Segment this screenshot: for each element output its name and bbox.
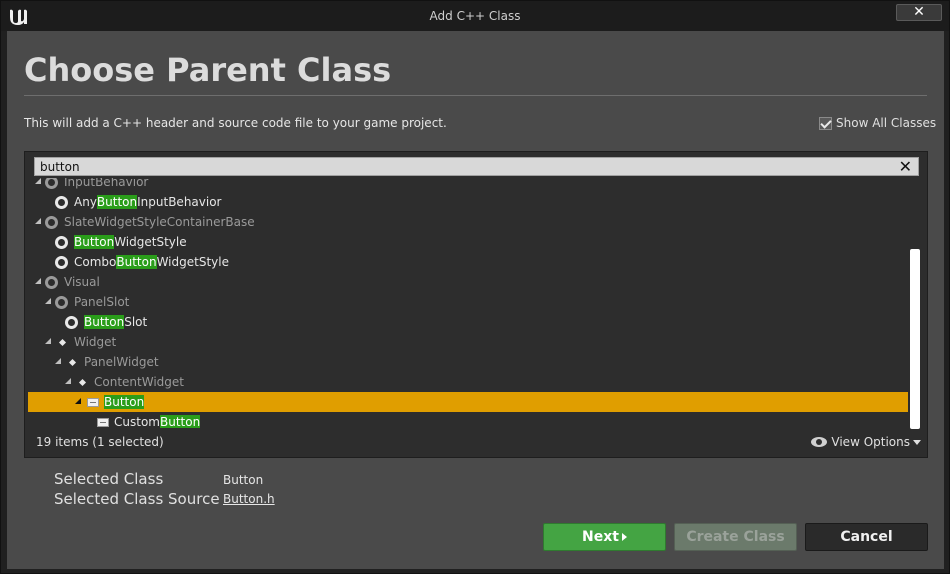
class-tree[interactable]: InputBehavior AnyButtonInputBehavior Sla… [28, 178, 908, 428]
clear-search-icon[interactable]: ✕ [899, 159, 912, 175]
next-button-label: Next [582, 529, 619, 545]
show-all-classes-toggle[interactable]: Show All Classes [819, 115, 936, 131]
tree-row-widget[interactable]: Widget [28, 332, 908, 352]
widget-class-icon [78, 378, 87, 387]
class-icon [65, 316, 78, 329]
page-title: Choose Parent Class [24, 51, 392, 89]
tree-scrollbar[interactable] [910, 249, 920, 429]
tree-row-visual[interactable]: Visual [28, 272, 908, 292]
search-value: button [40, 160, 80, 174]
dialog-content: Choose Parent Class This will add a C++ … [7, 31, 944, 569]
item-count-status: 19 items (1 selected) [36, 435, 164, 449]
tree-row-content-widget[interactable]: ContentWidget [28, 372, 908, 392]
view-options-label: View Options [831, 435, 910, 449]
expand-arrow-icon[interactable] [35, 218, 41, 224]
tree-row-label: ContentWidget [94, 375, 184, 389]
next-button[interactable]: Next [543, 523, 666, 551]
tree-row-label: AnyButtonInputBehavior [74, 195, 222, 209]
eye-icon [811, 437, 828, 447]
description-text: This will add a C++ header and source co… [24, 116, 447, 130]
title-bar[interactable]: Add C++ Class ✕ [1, 1, 949, 31]
add-cpp-class-window: Add C++ Class ✕ Choose Parent Class This… [0, 0, 950, 574]
tree-row-input-behavior[interactable]: InputBehavior [28, 178, 908, 192]
create-class-button[interactable]: Create Class [674, 523, 797, 551]
selected-class-source-label: Selected Class Source [54, 490, 220, 508]
tree-row-combo-button-widget-style[interactable]: ComboButtonWidgetStyle [28, 252, 908, 272]
tree-row-custom-button[interactable]: CustomButton [28, 412, 908, 428]
class-icon [45, 178, 58, 189]
tree-row-label: InputBehavior [64, 178, 149, 189]
tree-row-label: ComboButtonWidgetStyle [74, 255, 229, 269]
expand-arrow-icon[interactable] [35, 278, 41, 284]
tree-row-label: Widget [74, 335, 117, 349]
class-picker-panel: button ✕ InputBehavior AnyButtonInputBeh… [24, 151, 928, 458]
tree-row-any-button-input-behavior[interactable]: AnyButtonInputBehavior [28, 192, 908, 212]
class-icon [55, 296, 68, 309]
search-input[interactable]: button ✕ [34, 157, 919, 176]
expand-arrow-icon[interactable] [65, 378, 71, 384]
window-title: Add C++ Class [429, 9, 521, 23]
class-icon [45, 276, 58, 289]
view-options-button[interactable]: View Options [811, 435, 921, 449]
widget-class-icon [58, 338, 67, 347]
tree-row-button-widget-style[interactable]: ButtonWidgetStyle [28, 232, 908, 252]
tree-row-label: PanelWidget [84, 355, 159, 369]
tree-row-button-selected[interactable]: Button [28, 392, 908, 412]
chevron-down-icon [913, 439, 921, 445]
tree-row-label: CustomButton [114, 415, 201, 428]
class-icon [45, 216, 58, 229]
class-icon [55, 196, 68, 209]
tree-row-label: Button [104, 395, 145, 409]
expand-arrow-icon[interactable] [55, 358, 61, 364]
expand-arrow-icon[interactable] [35, 178, 41, 184]
show-all-classes-label: Show All Classes [836, 116, 937, 130]
tree-row-label: SlateWidgetStyleContainerBase [64, 215, 255, 229]
tree-row-button-slot[interactable]: ButtonSlot [28, 312, 908, 332]
button-widget-icon [87, 398, 99, 407]
expand-arrow-icon[interactable] [45, 298, 51, 304]
class-icon [55, 256, 68, 269]
arrow-right-icon [621, 533, 627, 541]
heading-divider [24, 95, 927, 96]
tree-row-label: ButtonWidgetStyle [74, 235, 187, 249]
button-widget-icon [97, 418, 109, 427]
widget-class-icon [68, 358, 77, 367]
tree-row-panel-widget[interactable]: PanelWidget [28, 352, 908, 372]
show-all-classes-checkbox[interactable] [819, 116, 832, 130]
cancel-button[interactable]: Cancel [805, 523, 928, 551]
selected-class-label: Selected Class [54, 470, 164, 488]
tree-row-label: Visual [64, 275, 100, 289]
selected-class-value: Button [223, 473, 264, 487]
selected-class-source-link[interactable]: Button.h [223, 492, 275, 506]
tree-row-panel-slot[interactable]: PanelSlot [28, 292, 908, 312]
tree-row-label: ButtonSlot [84, 315, 148, 329]
tree-row-slate-widget-style-container-base[interactable]: SlateWidgetStyleContainerBase [28, 212, 908, 232]
close-button[interactable]: ✕ [896, 4, 942, 21]
tree-row-label: PanelSlot [74, 295, 130, 309]
expand-arrow-icon[interactable] [45, 338, 51, 344]
expand-arrow-icon[interactable] [75, 398, 81, 404]
class-icon [55, 236, 68, 249]
